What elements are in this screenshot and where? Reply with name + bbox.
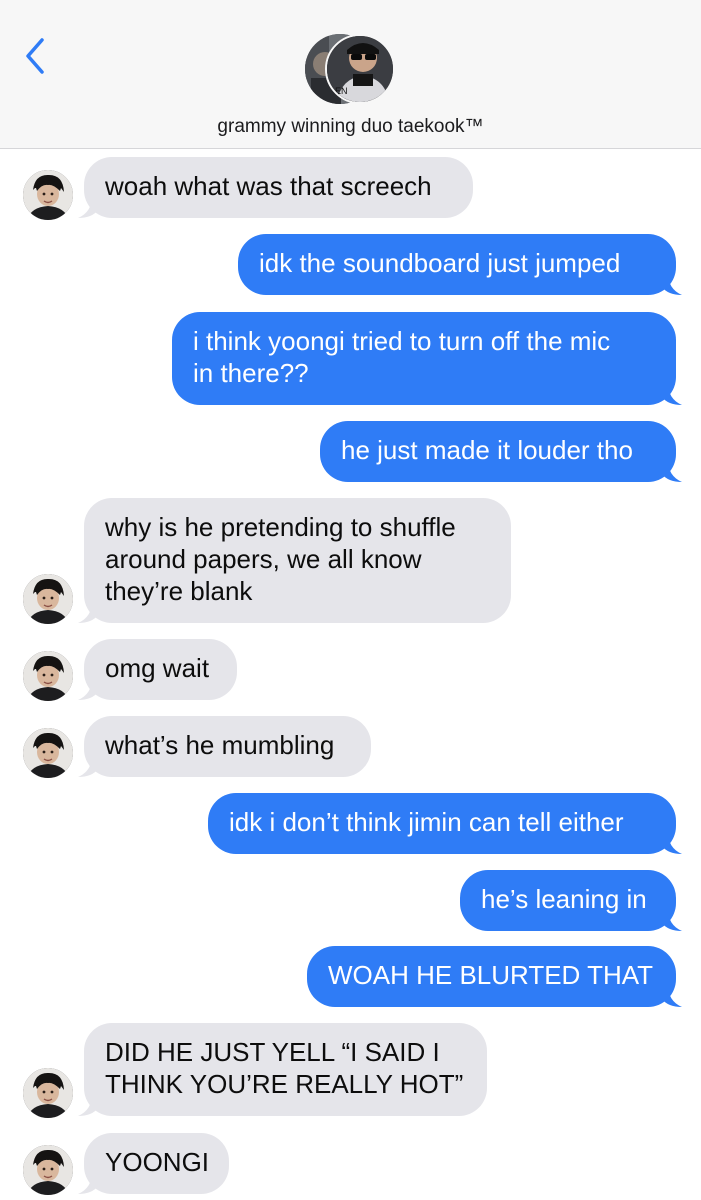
- avatar-photo: [23, 170, 73, 220]
- avatar-photo: [23, 1068, 73, 1118]
- chevron-left-icon: [26, 38, 44, 74]
- conversation-title[interactable]: grammy winning duo taekook™: [0, 116, 701, 138]
- sender-avatar: [23, 651, 73, 701]
- avatar-photo: [23, 574, 73, 624]
- message-bubble-outgoing[interactable]: idk the soundboard just jumped: [238, 234, 676, 295]
- message-bubble-outgoing[interactable]: WOAH HE BLURTED THAT: [307, 946, 676, 1007]
- avatar-photo: [23, 1145, 73, 1195]
- message-bubble-outgoing[interactable]: he’s leaning in: [460, 870, 676, 931]
- message-bubble-outgoing[interactable]: idk i don’t think jimin can tell either: [208, 793, 676, 854]
- message-bubble-incoming[interactable]: DID HE JUST YELL “I SAID I THINK YOU’RE …: [84, 1023, 487, 1116]
- conversation-header: EN grammy winning duo taekook™: [0, 0, 701, 149]
- message-bubble-incoming[interactable]: why is he pretending to shuffle around p…: [84, 498, 511, 623]
- back-button[interactable]: [20, 36, 54, 76]
- avatar-photo: [23, 728, 73, 778]
- message-bubble-outgoing[interactable]: i think yoongi tried to turn off the mic…: [172, 312, 676, 405]
- sender-avatar: [23, 574, 73, 624]
- sender-avatar: [23, 728, 73, 778]
- message-bubble-incoming[interactable]: YOONGI: [84, 1133, 229, 1194]
- svg-text:EN: EN: [335, 86, 348, 96]
- sender-avatar: [23, 1068, 73, 1118]
- sender-avatar: [23, 170, 73, 220]
- message-bubble-incoming[interactable]: what’s he mumbling: [84, 716, 371, 777]
- group-avatar[interactable]: EN: [305, 34, 397, 106]
- sender-avatar: [23, 1145, 73, 1195]
- avatar-photo: [23, 651, 73, 701]
- message-bubble-outgoing[interactable]: he just made it louder tho: [320, 421, 676, 482]
- message-bubble-incoming[interactable]: woah what was that screech: [84, 157, 473, 218]
- member-avatar-2: EN: [325, 34, 395, 104]
- message-bubble-incoming[interactable]: omg wait: [84, 639, 237, 700]
